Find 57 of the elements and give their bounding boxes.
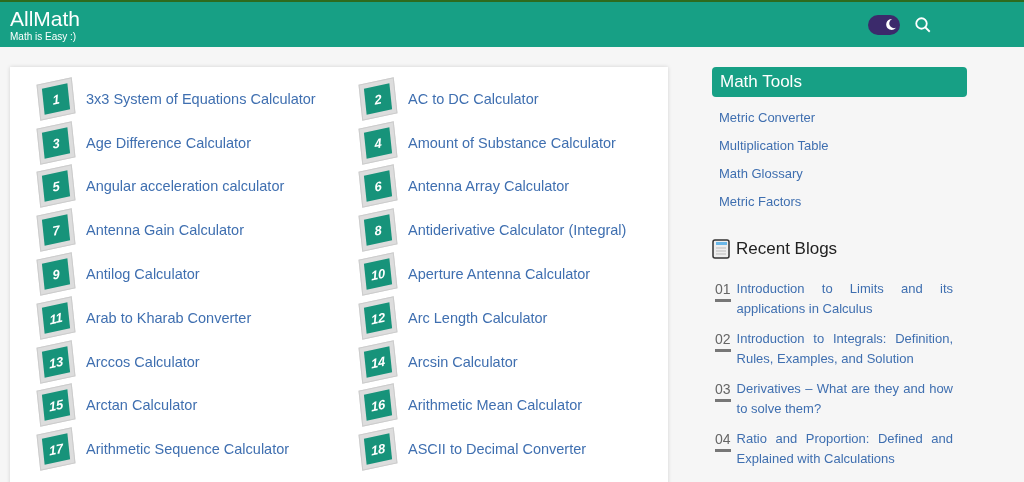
number-badge: 2: [358, 77, 398, 121]
number-badge: 12: [358, 296, 398, 340]
notebook-icon: [712, 239, 730, 259]
calculator-link[interactable]: AC to DC Calculator: [408, 90, 539, 107]
number-badge: 11: [36, 296, 76, 340]
number-badge: 17: [36, 427, 76, 471]
calculator-link[interactable]: Angular acceleration calculator: [86, 178, 285, 195]
search-button[interactable]: [914, 15, 932, 34]
dark-mode-toggle[interactable]: [868, 14, 900, 35]
search-icon: [914, 15, 932, 34]
blog-link[interactable]: Introduction to Limits and its applications in Calculus: [736, 279, 953, 319]
number-badge: 9: [36, 252, 76, 296]
calculator-link[interactable]: Age Difference Calculator: [86, 134, 251, 151]
calculator-link[interactable]: Arithmetic Mean Calculator: [408, 397, 583, 414]
calculator-link[interactable]: Amount of Substance Calculator: [408, 134, 616, 151]
number-badge: 18: [358, 427, 398, 471]
tool-link[interactable]: Metric Factors: [719, 193, 960, 211]
number-badge: 8: [358, 208, 398, 252]
blog-link[interactable]: Ratio and Proportion: Defined and Explained with Calculations: [736, 429, 953, 469]
calculator-link[interactable]: Arcsin Calculator: [408, 353, 518, 370]
moon-icon: [884, 18, 897, 31]
blog-number: 03: [715, 379, 731, 402]
number-badge: 3: [36, 120, 76, 165]
number-badge: 10: [358, 252, 398, 296]
calculator-link[interactable]: Arithmetic Sequence Calculator: [86, 441, 290, 458]
number-badge: 13: [36, 339, 76, 384]
number-badge: 7: [36, 208, 76, 252]
blog-number: 02: [715, 329, 731, 352]
calculator-link[interactable]: Antiderivative Calculator (Integral): [408, 222, 627, 239]
tool-link[interactable]: Math Glossary: [719, 165, 960, 183]
blog-link[interactable]: Derivatives – What are they and how to solve them?: [736, 379, 953, 419]
tool-link[interactable]: Multiplication Table: [719, 137, 960, 155]
tagline: Math is Easy :): [10, 30, 78, 43]
calculator-link[interactable]: Antenna Gain Calculator: [86, 222, 244, 239]
number-badge: 6: [358, 164, 398, 209]
calculator-link[interactable]: 3x3 System of Equations Calculator: [86, 90, 316, 107]
number-badge: 15: [36, 383, 76, 428]
calculator-link[interactable]: Arab to Kharab Converter: [86, 309, 252, 326]
calculator-link[interactable]: Antilog Calculator: [86, 266, 200, 283]
calculator-link[interactable]: Arc Length Calculator: [408, 309, 548, 326]
blog-number: 04: [715, 429, 731, 452]
number-badge: 4: [358, 120, 398, 165]
blog-link[interactable]: Introduction to Integrals: Definition, Rules, Examples, and Solution: [736, 329, 953, 369]
calculator-link[interactable]: Aperture Antenna Calculator: [408, 266, 591, 283]
blog-number: 01: [715, 279, 731, 302]
number-badge: 1: [36, 77, 76, 121]
tool-link[interactable]: Metric Converter: [719, 109, 960, 127]
calculator-link[interactable]: Arccos Calculator: [86, 353, 200, 370]
section-title: Math Tools: [712, 67, 967, 97]
number-badge: 5: [36, 164, 76, 209]
calculator-link[interactable]: ASCII to Decimal Converter: [408, 441, 587, 458]
number-badge: 16: [358, 383, 398, 428]
section-title: Recent Blogs: [736, 239, 838, 259]
number-badge: 14: [358, 339, 398, 384]
calculator-link[interactable]: Antenna Array Calculator: [408, 178, 570, 195]
calculator-link[interactable]: Arctan Calculator: [86, 397, 198, 414]
site-logo[interactable]: AllMath: [10, 6, 868, 31]
